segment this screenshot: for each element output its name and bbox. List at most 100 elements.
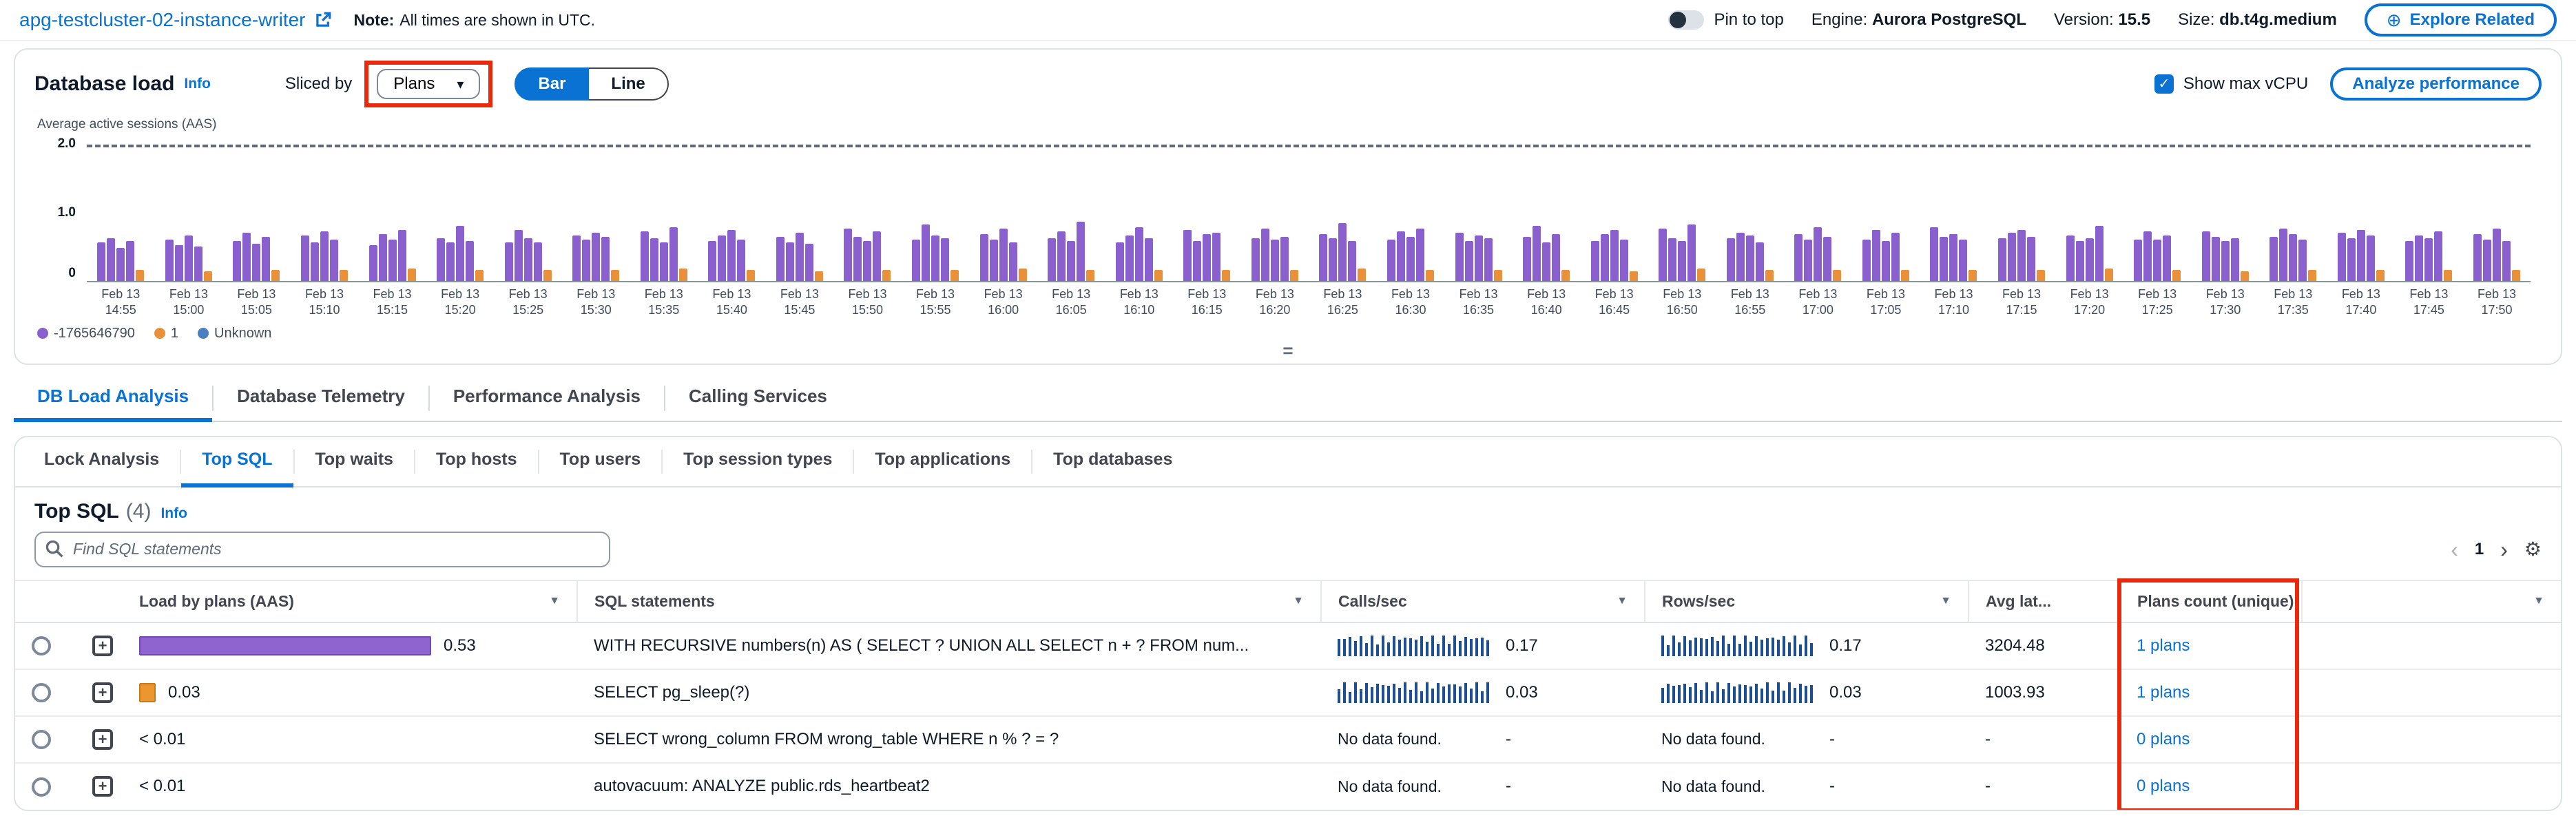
chart-bar-plan-1765646790[interactable]: [1727, 238, 1735, 281]
chart-bar-plan-1765646790[interactable]: [1397, 231, 1405, 281]
chart-bar-plan-1765646790[interactable]: [1882, 241, 1890, 281]
chart-bar-plan-1765646790[interactable]: [2298, 240, 2307, 281]
chart-bar-plan-1765646790[interactable]: [1523, 237, 1531, 281]
chart-bar-plan-1[interactable]: [1222, 270, 1230, 281]
gear-icon[interactable]: ⚙: [2524, 538, 2542, 560]
chart-bar-plan-1765646790[interactable]: [601, 237, 610, 281]
chart-bar-plan-1[interactable]: [747, 270, 755, 281]
chart-bar-plan-1765646790[interactable]: [1940, 237, 1948, 281]
pin-to-top-toggle[interactable]: Pin to top: [1668, 10, 1783, 30]
top-sql-info-link[interactable]: Info: [160, 505, 187, 522]
chart-bar-plan-1[interactable]: [1901, 270, 1909, 281]
chart-bar-plan-1[interactable]: [882, 270, 891, 281]
tab-top-hosts[interactable]: Top hosts: [415, 437, 538, 486]
chart-bar-plan-1[interactable]: [2444, 270, 2452, 281]
chart-bar-plan-1765646790[interactable]: [446, 242, 455, 281]
chart-plot-area[interactable]: [87, 136, 2531, 282]
chart-bar-plan-1765646790[interactable]: [456, 226, 464, 281]
chart-bar-plan-1[interactable]: [1697, 269, 1705, 281]
chart-resize-handle[interactable]: =: [34, 343, 2542, 358]
chart-bar-plan-1765646790[interactable]: [1591, 241, 1599, 281]
chart-bar-plan-1765646790[interactable]: [2367, 235, 2375, 281]
chart-bar-plan-1765646790[interactable]: [1465, 241, 1473, 281]
chart-bar-plan-1765646790[interactable]: [1145, 238, 1153, 281]
chart-bar-plan-1765646790[interactable]: [863, 241, 871, 281]
chart-bar-plan-1765646790[interactable]: [1251, 238, 1260, 281]
pagination-prev-icon[interactable]: ‹: [2451, 538, 2458, 560]
filter-caret-icon[interactable]: ▼: [549, 595, 560, 607]
chart-bar-plan-1765646790[interactable]: [252, 244, 260, 281]
chart-bar-plan-1765646790[interactable]: [1338, 223, 1347, 281]
chart-bar-plan-1765646790[interactable]: [165, 240, 174, 281]
chart-bar-plan-1765646790[interactable]: [2473, 234, 2482, 281]
chart-bar-plan-1765646790[interactable]: [1542, 242, 1550, 281]
chart-bar-plan-1765646790[interactable]: [369, 245, 377, 281]
chart-bar-plan-1765646790[interactable]: [466, 241, 474, 281]
chart-bar-plan-1765646790[interactable]: [941, 238, 949, 281]
chart-bar-plan-1765646790[interactable]: [1329, 238, 1337, 281]
chart-bar-plan-1765646790[interactable]: [1949, 234, 1957, 281]
chart-bar-plan-1765646790[interactable]: [2202, 231, 2210, 281]
chart-bar-plan-1765646790[interactable]: [2143, 231, 2152, 281]
chart-bar-plan-1765646790[interactable]: [1814, 227, 1822, 281]
chart-bar-plan-1765646790[interactable]: [592, 233, 600, 281]
sql-statement-text[interactable]: SELECT pg_sleep(?): [594, 683, 749, 702]
chart-bar-plan-1765646790[interactable]: [1067, 241, 1075, 281]
chart-bar-plan-1765646790[interactable]: [1280, 237, 1289, 281]
chart-bar-plan-1765646790[interactable]: [1533, 226, 1541, 281]
chart-bar-plan-1765646790[interactable]: [2347, 238, 2356, 281]
chart-bar-plan-1765646790[interactable]: [1552, 234, 1560, 281]
chart-bar-plan-1765646790[interactable]: [650, 238, 658, 281]
chart-bar-plan-1[interactable]: [1358, 269, 1366, 281]
chart-bar-plan-1[interactable]: [1154, 270, 1163, 281]
chart-bar-plan-1765646790[interactable]: [126, 241, 134, 281]
chart-bar-plan-1765646790[interactable]: [1687, 224, 1696, 281]
filter-caret-icon[interactable]: ▼: [2533, 595, 2544, 607]
chart-bar-plan-1765646790[interactable]: [2212, 237, 2220, 281]
chart-bar-plan-1[interactable]: [1833, 270, 1841, 281]
chart-bar-plan-1[interactable]: [1086, 270, 1094, 281]
chart-bar-plan-1765646790[interactable]: [505, 242, 513, 281]
chart-bar-plan-1765646790[interactable]: [1959, 240, 1967, 281]
chart-bar-plan-1765646790[interactable]: [2338, 233, 2346, 281]
chart-bar-plan-1765646790[interactable]: [116, 248, 125, 281]
chart-bar-plan-1765646790[interactable]: [1212, 233, 1221, 281]
chart-bar-plan-1765646790[interactable]: [844, 229, 852, 281]
chart-bar-plan-1765646790[interactable]: [2483, 240, 2491, 281]
chart-bar-plan-1765646790[interactable]: [2405, 241, 2413, 281]
chart-bar-plan-1765646790[interactable]: [1203, 234, 1211, 281]
chart-bar-plan-1[interactable]: [136, 270, 144, 281]
plans-count-link[interactable]: 0 plans: [2137, 730, 2190, 748]
chart-bar-plan-1765646790[interactable]: [2357, 230, 2365, 281]
sliced-by-select[interactable]: Plans ▾: [377, 69, 480, 99]
chart-bar-plan-1765646790[interactable]: [2434, 231, 2442, 281]
chart-bar-plan-1765646790[interactable]: [669, 227, 678, 281]
chart-bar-plan-1765646790[interactable]: [2134, 240, 2142, 281]
chart-bar-plan-1765646790[interactable]: [786, 242, 794, 281]
chart-bar-plan-1765646790[interactable]: [1610, 230, 1619, 281]
chart-bar-plan-1[interactable]: [475, 270, 484, 281]
chart-bar-plan-1765646790[interactable]: [2289, 234, 2297, 281]
chart-bar-plan-1765646790[interactable]: [1135, 227, 1143, 281]
chart-bar-plan-1765646790[interactable]: [1872, 230, 1880, 281]
chart-bar-plan-1765646790[interactable]: [1659, 229, 1667, 281]
chart-bar-plan-1[interactable]: [204, 271, 212, 281]
chart-bar-plan-1765646790[interactable]: [708, 241, 716, 281]
chart-bar-plan-1765646790[interactable]: [2415, 235, 2423, 281]
chart-bar-plan-1765646790[interactable]: [2269, 237, 2278, 281]
chart-bar-plan-1765646790[interactable]: [1620, 240, 1628, 281]
chart-bar-plan-1765646790[interactable]: [437, 238, 445, 281]
explore-related-button[interactable]: ⊕ Explore Related: [2365, 3, 2557, 36]
tab-top-waits[interactable]: Top waits: [295, 437, 414, 486]
chart-bar-plan-1765646790[interactable]: [718, 235, 726, 281]
expand-row-icon[interactable]: +: [92, 682, 113, 703]
chart-bar-plan-1[interactable]: [271, 270, 280, 281]
plans-count-link[interactable]: 1 plans: [2137, 636, 2190, 655]
chart-bar-plan-1765646790[interactable]: [1678, 241, 1686, 281]
chart-bar-plan-1[interactable]: [2241, 271, 2249, 281]
chart-bar-plan-1765646790[interactable]: [853, 237, 862, 281]
chart-bar-plan-1765646790[interactable]: [999, 229, 1008, 281]
chart-bar-plan-1765646790[interactable]: [524, 238, 532, 281]
chart-bar-plan-1765646790[interactable]: [320, 231, 329, 281]
chart-bar-plan-1765646790[interactable]: [572, 235, 581, 281]
